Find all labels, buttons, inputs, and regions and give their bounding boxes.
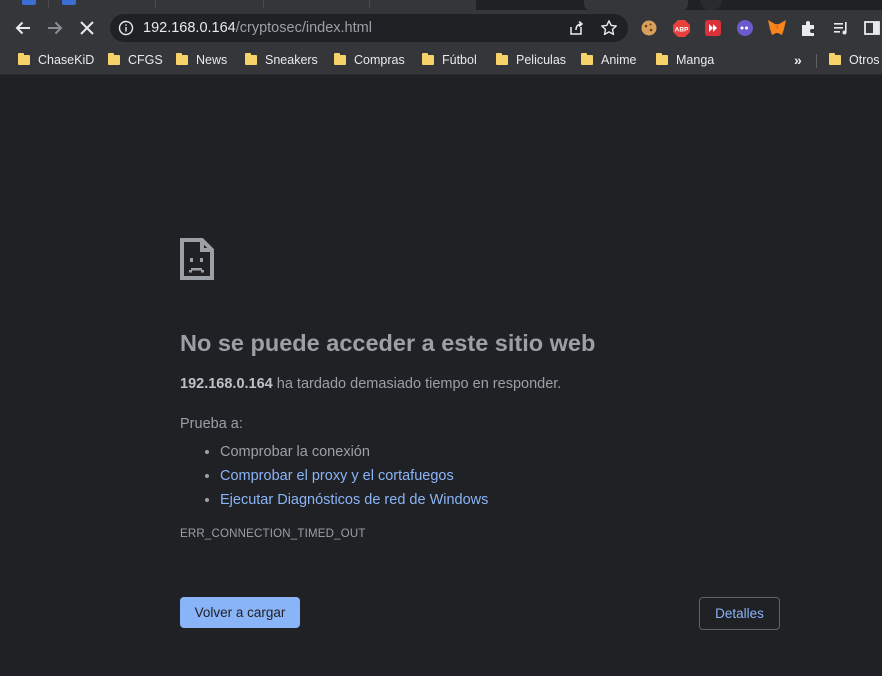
url-host: 192.168.0.164 <box>143 20 236 36</box>
close-icon <box>80 21 94 35</box>
browser-toolbar: 192.168.0.164/cryptosec/index.html ABP <box>0 10 882 46</box>
folder-icon <box>334 53 346 65</box>
bookmark-label: Fútbol <box>442 53 477 67</box>
reload-button[interactable]: Volver a cargar <box>180 597 300 628</box>
bookmark-label: Sneakers <box>265 53 318 67</box>
bookmark-label: Manga <box>676 53 715 67</box>
tab-separator <box>48 0 49 8</box>
forward-button[interactable] <box>41 14 69 42</box>
folder-icon <box>496 53 508 65</box>
arrow-right-icon <box>48 21 63 35</box>
error-host: 192.168.0.164 <box>180 376 273 392</box>
bookmark-label: ChaseKiD <box>38 53 95 67</box>
adblock-plus-label: ABP <box>674 26 688 33</box>
bookmark-label: News <box>196 53 228 67</box>
stop-button[interactable] <box>73 14 101 42</box>
error-title: No se puede acceder a este sitio web <box>180 330 596 356</box>
folder-icon <box>245 53 257 65</box>
url-text[interactable]: 192.168.0.164/cryptosec/index.html <box>143 20 372 36</box>
arrow-left-icon <box>15 21 30 35</box>
bookmarks-bar: ChaseKiD CFGS News Sneakers Compras Fútb… <box>0 46 882 75</box>
tab-strip <box>0 0 882 10</box>
puzzle-piece-icon[interactable] <box>799 18 819 38</box>
folder-icon <box>18 53 30 65</box>
suggestions-heading: Prueba a: <box>180 416 243 432</box>
back-button[interactable] <box>9 14 37 42</box>
sad-page-icon <box>180 238 214 285</box>
folder-icon <box>581 53 593 65</box>
suggestion-check-proxy-link[interactable]: Comprobar el proxy y el cortafuegos <box>220 464 488 488</box>
video-downloader-icon[interactable] <box>703 18 723 38</box>
details-button[interactable]: Detalles <box>699 597 780 630</box>
bookmarks-separator <box>816 54 817 68</box>
media-control-icon[interactable] <box>831 18 851 38</box>
bookmark-folder[interactable]: News <box>176 52 227 68</box>
chat-bubble-icon[interactable] <box>735 18 755 38</box>
tab-favicon <box>22 0 36 5</box>
folder-icon <box>656 53 668 65</box>
bookmark-folder[interactable]: Compras <box>334 52 405 68</box>
folder-icon <box>829 53 841 65</box>
bookmark-folder[interactable]: Anime <box>581 52 636 68</box>
metamask-icon[interactable] <box>767 18 787 38</box>
bookmark-folder[interactable]: Fútbol <box>422 52 477 68</box>
url-path: /cryptosec/index.html <box>235 20 372 36</box>
bookmark-label: Otros <box>849 53 880 67</box>
side-panel-icon[interactable] <box>862 18 882 38</box>
address-bar[interactable]: 192.168.0.164/cryptosec/index.html <box>110 14 628 42</box>
bookmark-label: Peliculas <box>516 53 567 67</box>
folder-icon <box>422 53 434 65</box>
tab-separator <box>369 0 370 8</box>
bookmark-folder[interactable]: Sneakers <box>245 52 318 68</box>
info-icon[interactable] <box>118 20 134 41</box>
suggestion-check-connection: Comprobar la conexión <box>220 440 488 464</box>
tab-active[interactable] <box>584 0 688 10</box>
error-message: ha tardado demasiado tiempo en responder… <box>272 376 562 392</box>
bookmark-folder[interactable]: ChaseKiD <box>18 52 94 68</box>
bookmark-label: Compras <box>354 53 405 67</box>
bookmark-folder[interactable]: Peliculas <box>496 52 566 68</box>
suggestions-list: Comprobar la conexión Comprobar el proxy… <box>200 440 488 512</box>
adblock-plus-icon[interactable]: ABP <box>671 18 691 38</box>
error-code: ERR_CONNECTION_TIMED_OUT <box>180 528 366 540</box>
bookmarks-overflow-button[interactable]: » <box>794 52 802 68</box>
new-tab-button[interactable] <box>700 0 722 10</box>
folder-icon <box>176 53 188 65</box>
bookmark-folder[interactable]: Manga <box>656 52 714 68</box>
bookmark-label: CFGS <box>128 53 163 67</box>
cookie-icon[interactable] <box>639 18 659 38</box>
bookmark-folder[interactable]: CFGS <box>108 52 163 68</box>
error-description: 192.168.0.164 ha tardado demasiado tiemp… <box>180 376 561 392</box>
tab-separator <box>263 0 264 8</box>
tab-favicon <box>62 0 76 5</box>
suggestion-run-diagnostics-link[interactable]: Ejecutar Diagnósticos de red de Windows <box>220 488 488 512</box>
star-bookmark-icon[interactable] <box>600 19 618 42</box>
folder-icon <box>108 53 120 65</box>
other-bookmarks-folder[interactable]: Otros <box>829 52 880 68</box>
tab-separator <box>155 0 156 8</box>
share-icon[interactable] <box>567 19 585 42</box>
bookmark-label: Anime <box>601 53 637 67</box>
